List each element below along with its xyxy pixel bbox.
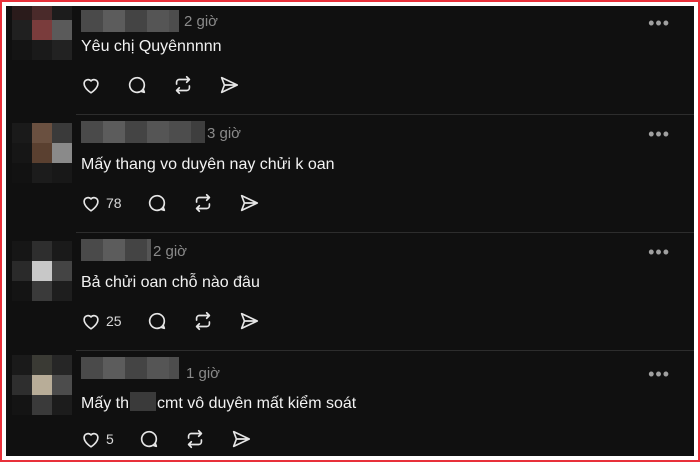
more-icon[interactable]: •••	[648, 125, 670, 143]
comment-button[interactable]	[146, 192, 168, 214]
more-icon[interactable]: •••	[648, 14, 670, 32]
comment-icon	[148, 194, 165, 212]
timestamp: 2 giờ	[184, 13, 219, 30]
share-icon	[220, 76, 239, 94]
avatar[interactable]	[12, 123, 72, 183]
action-bar: 78	[80, 191, 284, 215]
comment-text: Mấy thang vo duyên nay chửi k oan	[81, 156, 335, 173]
like-button[interactable]: 5	[80, 428, 114, 450]
username-blurred[interactable]	[81, 121, 205, 143]
like-count: 78	[106, 195, 122, 211]
more-icon[interactable]: •••	[648, 243, 670, 261]
username-blurred[interactable]	[81, 239, 151, 261]
username-blurred[interactable]	[81, 357, 179, 379]
share-button[interactable]	[230, 428, 252, 450]
username-blurred[interactable]	[81, 10, 179, 32]
comment-icon	[128, 76, 146, 94]
like-count: 25	[106, 313, 122, 329]
timestamp: 2 giờ	[153, 243, 188, 260]
comment-item: 3 giờ ••• Mấy thang vo duyên nay chửi k …	[6, 115, 694, 233]
share-icon	[232, 430, 250, 448]
comment-item: 1 giờ ••• Mấy th cmt vô duyên mất kiểm so…	[6, 351, 694, 456]
action-bar: 25	[80, 309, 284, 333]
avatar[interactable]	[12, 355, 72, 415]
comment-icon	[148, 312, 165, 330]
heart-icon	[83, 432, 99, 448]
repost-button[interactable]	[192, 192, 214, 214]
repost-button[interactable]	[192, 310, 214, 332]
action-bar: 5	[80, 427, 276, 451]
share-icon	[240, 312, 258, 330]
repost-button[interactable]	[172, 74, 194, 96]
timestamp: 1 giờ	[186, 365, 221, 382]
share-button[interactable]	[218, 74, 240, 96]
comment-button[interactable]	[126, 74, 148, 96]
comment-button[interactable]	[146, 310, 168, 332]
avatar[interactable]	[12, 241, 72, 301]
censored-word	[130, 392, 157, 411]
repost-icon	[187, 429, 203, 449]
heart-icon	[83, 78, 99, 94]
like-button[interactable]: 78	[80, 192, 122, 214]
share-button[interactable]	[238, 310, 260, 332]
repost-button[interactable]	[184, 428, 206, 450]
repost-icon	[195, 193, 210, 213]
repost-icon	[175, 75, 191, 95]
heart-icon	[83, 314, 99, 330]
comment-button[interactable]	[138, 428, 160, 450]
comment-text-part: cmt vô duyên mất kiểm soát	[157, 395, 357, 412]
action-bar	[80, 73, 264, 97]
comment-item: 2 giờ ••• Yêu chị Quyênnnnn	[6, 6, 694, 115]
avatar[interactable]	[12, 6, 72, 60]
comment-icon	[140, 430, 157, 448]
comment-text: Yêu chị Quyênnnnn	[81, 38, 222, 55]
like-button[interactable]	[80, 74, 102, 96]
comment-item: 2 giờ ••• Bả chửi oan chỗ nào đâu 25	[6, 233, 694, 351]
share-icon	[240, 194, 258, 212]
heart-icon	[83, 196, 99, 212]
timestamp: 3 giờ	[207, 125, 242, 142]
comment-thread: 2 giờ ••• Yêu chị Quyênnnnn 3 giờ ••• Mấ…	[6, 6, 694, 456]
like-button[interactable]: 25	[80, 310, 122, 332]
comment-text-part: Mấy th	[81, 395, 130, 412]
comment-text: Mấy th cmt vô duyên mất kiểm soát	[81, 392, 356, 413]
like-count: 5	[106, 431, 114, 447]
repost-icon	[195, 311, 210, 331]
comment-text: Bả chửi oan chỗ nào đâu	[81, 274, 260, 291]
more-icon[interactable]: •••	[648, 365, 670, 383]
share-button[interactable]	[238, 192, 260, 214]
